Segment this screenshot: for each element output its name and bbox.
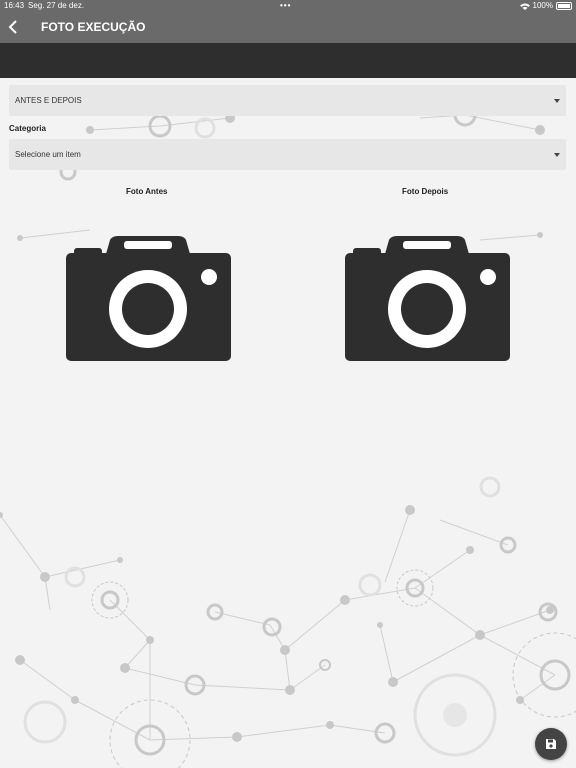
header-band bbox=[0, 43, 576, 78]
status-bar: 16:43 Seg. 27 de dez. ••• 100% bbox=[0, 0, 576, 12]
status-time: 16:43 bbox=[4, 1, 25, 10]
battery-area: 100% bbox=[519, 0, 572, 12]
foto-depois-label: Foto Depois bbox=[402, 187, 449, 196]
tipo-value: ANTES E DEPOIS bbox=[15, 96, 82, 105]
camera-icon[interactable] bbox=[66, 236, 231, 361]
categoria-label: Categoria bbox=[9, 124, 46, 133]
nav-bar: FOTO EXECUÇÃO bbox=[0, 12, 576, 43]
status-date: Seg. 27 de dez. bbox=[28, 1, 85, 10]
categoria-select[interactable]: Selecione um item bbox=[9, 139, 566, 170]
multitask-dots: ••• bbox=[280, 1, 292, 10]
chevron-down-icon bbox=[554, 153, 560, 157]
page-title: FOTO EXECUÇÃO bbox=[41, 20, 146, 34]
save-icon bbox=[546, 739, 556, 749]
wifi-icon bbox=[519, 3, 530, 10]
tipo-select[interactable]: ANTES E DEPOIS bbox=[9, 85, 566, 116]
chevron-down-icon bbox=[554, 99, 560, 103]
camera-icon[interactable] bbox=[345, 236, 510, 361]
battery-icon bbox=[556, 2, 572, 10]
chevron-left-icon[interactable] bbox=[6, 18, 24, 36]
save-button[interactable] bbox=[535, 728, 567, 760]
foto-antes-label: Foto Antes bbox=[126, 187, 168, 196]
battery-percent: 100% bbox=[532, 1, 553, 10]
categoria-placeholder: Selecione um item bbox=[15, 150, 81, 159]
